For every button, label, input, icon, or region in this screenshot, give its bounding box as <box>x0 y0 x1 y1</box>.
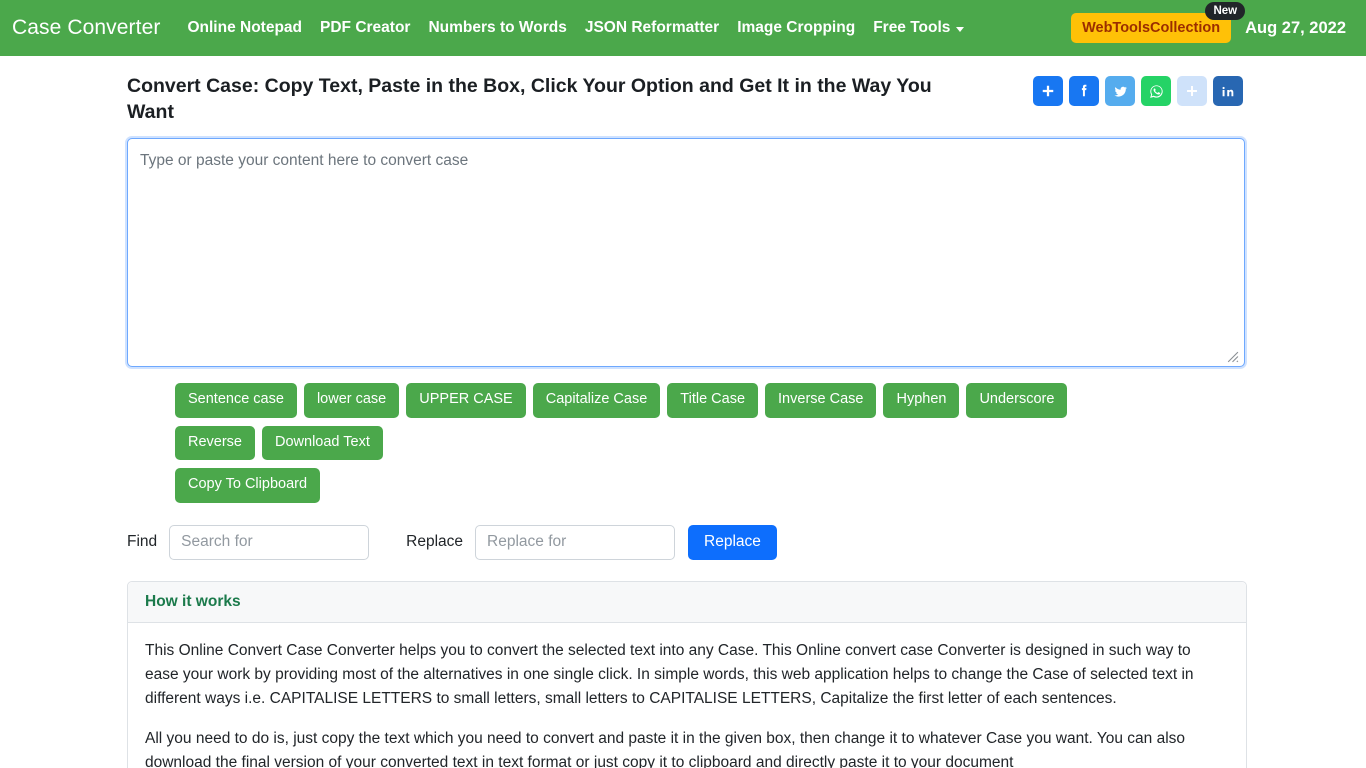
find-replace-row: Find Replace Replace <box>127 524 1243 561</box>
upper-case-button[interactable]: UPPER CASE <box>406 383 526 418</box>
nav-link-image-cropping[interactable]: Image Cropping <box>728 0 864 56</box>
capitalize-case-button[interactable]: Capitalize Case <box>532 383 661 418</box>
current-date: Aug 27, 2022 <box>1245 18 1346 37</box>
hyphen-button[interactable]: Hyphen <box>883 383 960 418</box>
editor-wrap <box>125 136 1247 370</box>
webtoolscollection-wrap: WebToolsCollection New <box>1071 2 1246 43</box>
how-it-works-card: How it works This Online Convert Case Co… <box>127 581 1247 768</box>
nav-link-numbers-to-words[interactable]: Numbers to Words <box>419 0 575 56</box>
twitter-icon[interactable] <box>1105 76 1135 106</box>
top-navbar: Case Converter Online Notepad PDF Creato… <box>0 0 1366 56</box>
paragraph-1-line-2: ease your work by providing most of the … <box>145 666 1194 684</box>
underscore-button[interactable]: Underscore <box>966 383 1068 418</box>
clipboard-action-row: Copy To Clipboard <box>127 468 1243 503</box>
how-it-works-body: This Online Convert Case Converter helps… <box>128 623 1246 768</box>
replace-label: Replace <box>406 533 464 551</box>
copy-to-clipboard-button[interactable]: Copy To Clipboard <box>175 468 321 503</box>
facebook-icon[interactable] <box>1069 76 1099 106</box>
reverse-button[interactable]: Reverse <box>175 425 255 461</box>
new-badge: New <box>1205 2 1246 21</box>
replace-button[interactable]: Replace <box>688 524 777 561</box>
nav-link-pdf-creator[interactable]: PDF Creator <box>311 0 419 56</box>
inverse-case-button[interactable]: Inverse Case <box>765 383 877 418</box>
lower-case-button[interactable]: lower case <box>303 383 400 418</box>
title-case-button[interactable]: Title Case <box>667 383 759 418</box>
brand-logo[interactable]: Case Converter <box>12 16 160 40</box>
paragraph-1-line-3: different ways i.e. CAPITALISE LETTERS t… <box>145 690 1117 708</box>
how-it-works-paragraph-2: All you need to do is, just copy the tex… <box>145 727 1229 768</box>
nav-link-free-tools-label: Free Tools <box>873 19 951 36</box>
paragraph-2-line-2: download the final version of your conve… <box>145 754 1014 768</box>
main-container: Convert Case: Copy Text, Paste in the Bo… <box>123 56 1247 768</box>
sentence-case-button[interactable]: Sentence case <box>175 383 297 418</box>
find-label: Find <box>127 533 158 551</box>
nav-links: Online Notepad PDF Creator Numbers to Wo… <box>178 0 973 56</box>
how-it-works-paragraph-1: This Online Convert Case Converter helps… <box>145 639 1229 711</box>
paragraph-1-line-1: This Online Convert Case Converter helps… <box>145 642 1191 660</box>
navbar-right: WebToolsCollection New Aug 27, 2022 <box>1071 2 1350 43</box>
nav-link-online-notepad[interactable]: Online Notepad <box>178 0 311 56</box>
replace-input[interactable] <box>475 524 676 560</box>
nav-link-free-tools[interactable]: Free Tools <box>864 19 973 37</box>
case-action-buttons: Sentence case lower case UPPER CASE Capi… <box>127 383 1127 461</box>
find-input[interactable] <box>169 524 370 560</box>
text-input-area[interactable] <box>125 136 1247 370</box>
page-content: Convert Case: Copy Text, Paste in the Bo… <box>0 56 1366 768</box>
chevron-down-icon <box>956 26 965 32</box>
paragraph-2-line-1: All you need to do is, just copy the tex… <box>145 730 1186 748</box>
share-more-icon[interactable] <box>1033 76 1063 106</box>
nav-link-json-reformatter[interactable]: JSON Reformatter <box>576 0 728 56</box>
share-buttons <box>1033 74 1243 106</box>
whatsapp-icon[interactable] <box>1141 76 1171 106</box>
page-title: Convert Case: Copy Text, Paste in the Bo… <box>127 75 932 123</box>
addthis-plus-icon[interactable] <box>1177 76 1207 106</box>
download-text-button[interactable]: Download Text <box>262 425 383 461</box>
how-it-works-header: How it works <box>128 582 1246 624</box>
title-row: Convert Case: Copy Text, Paste in the Bo… <box>127 56 1243 125</box>
linkedin-icon[interactable] <box>1213 76 1243 106</box>
how-it-works-title: How it works <box>145 593 241 611</box>
